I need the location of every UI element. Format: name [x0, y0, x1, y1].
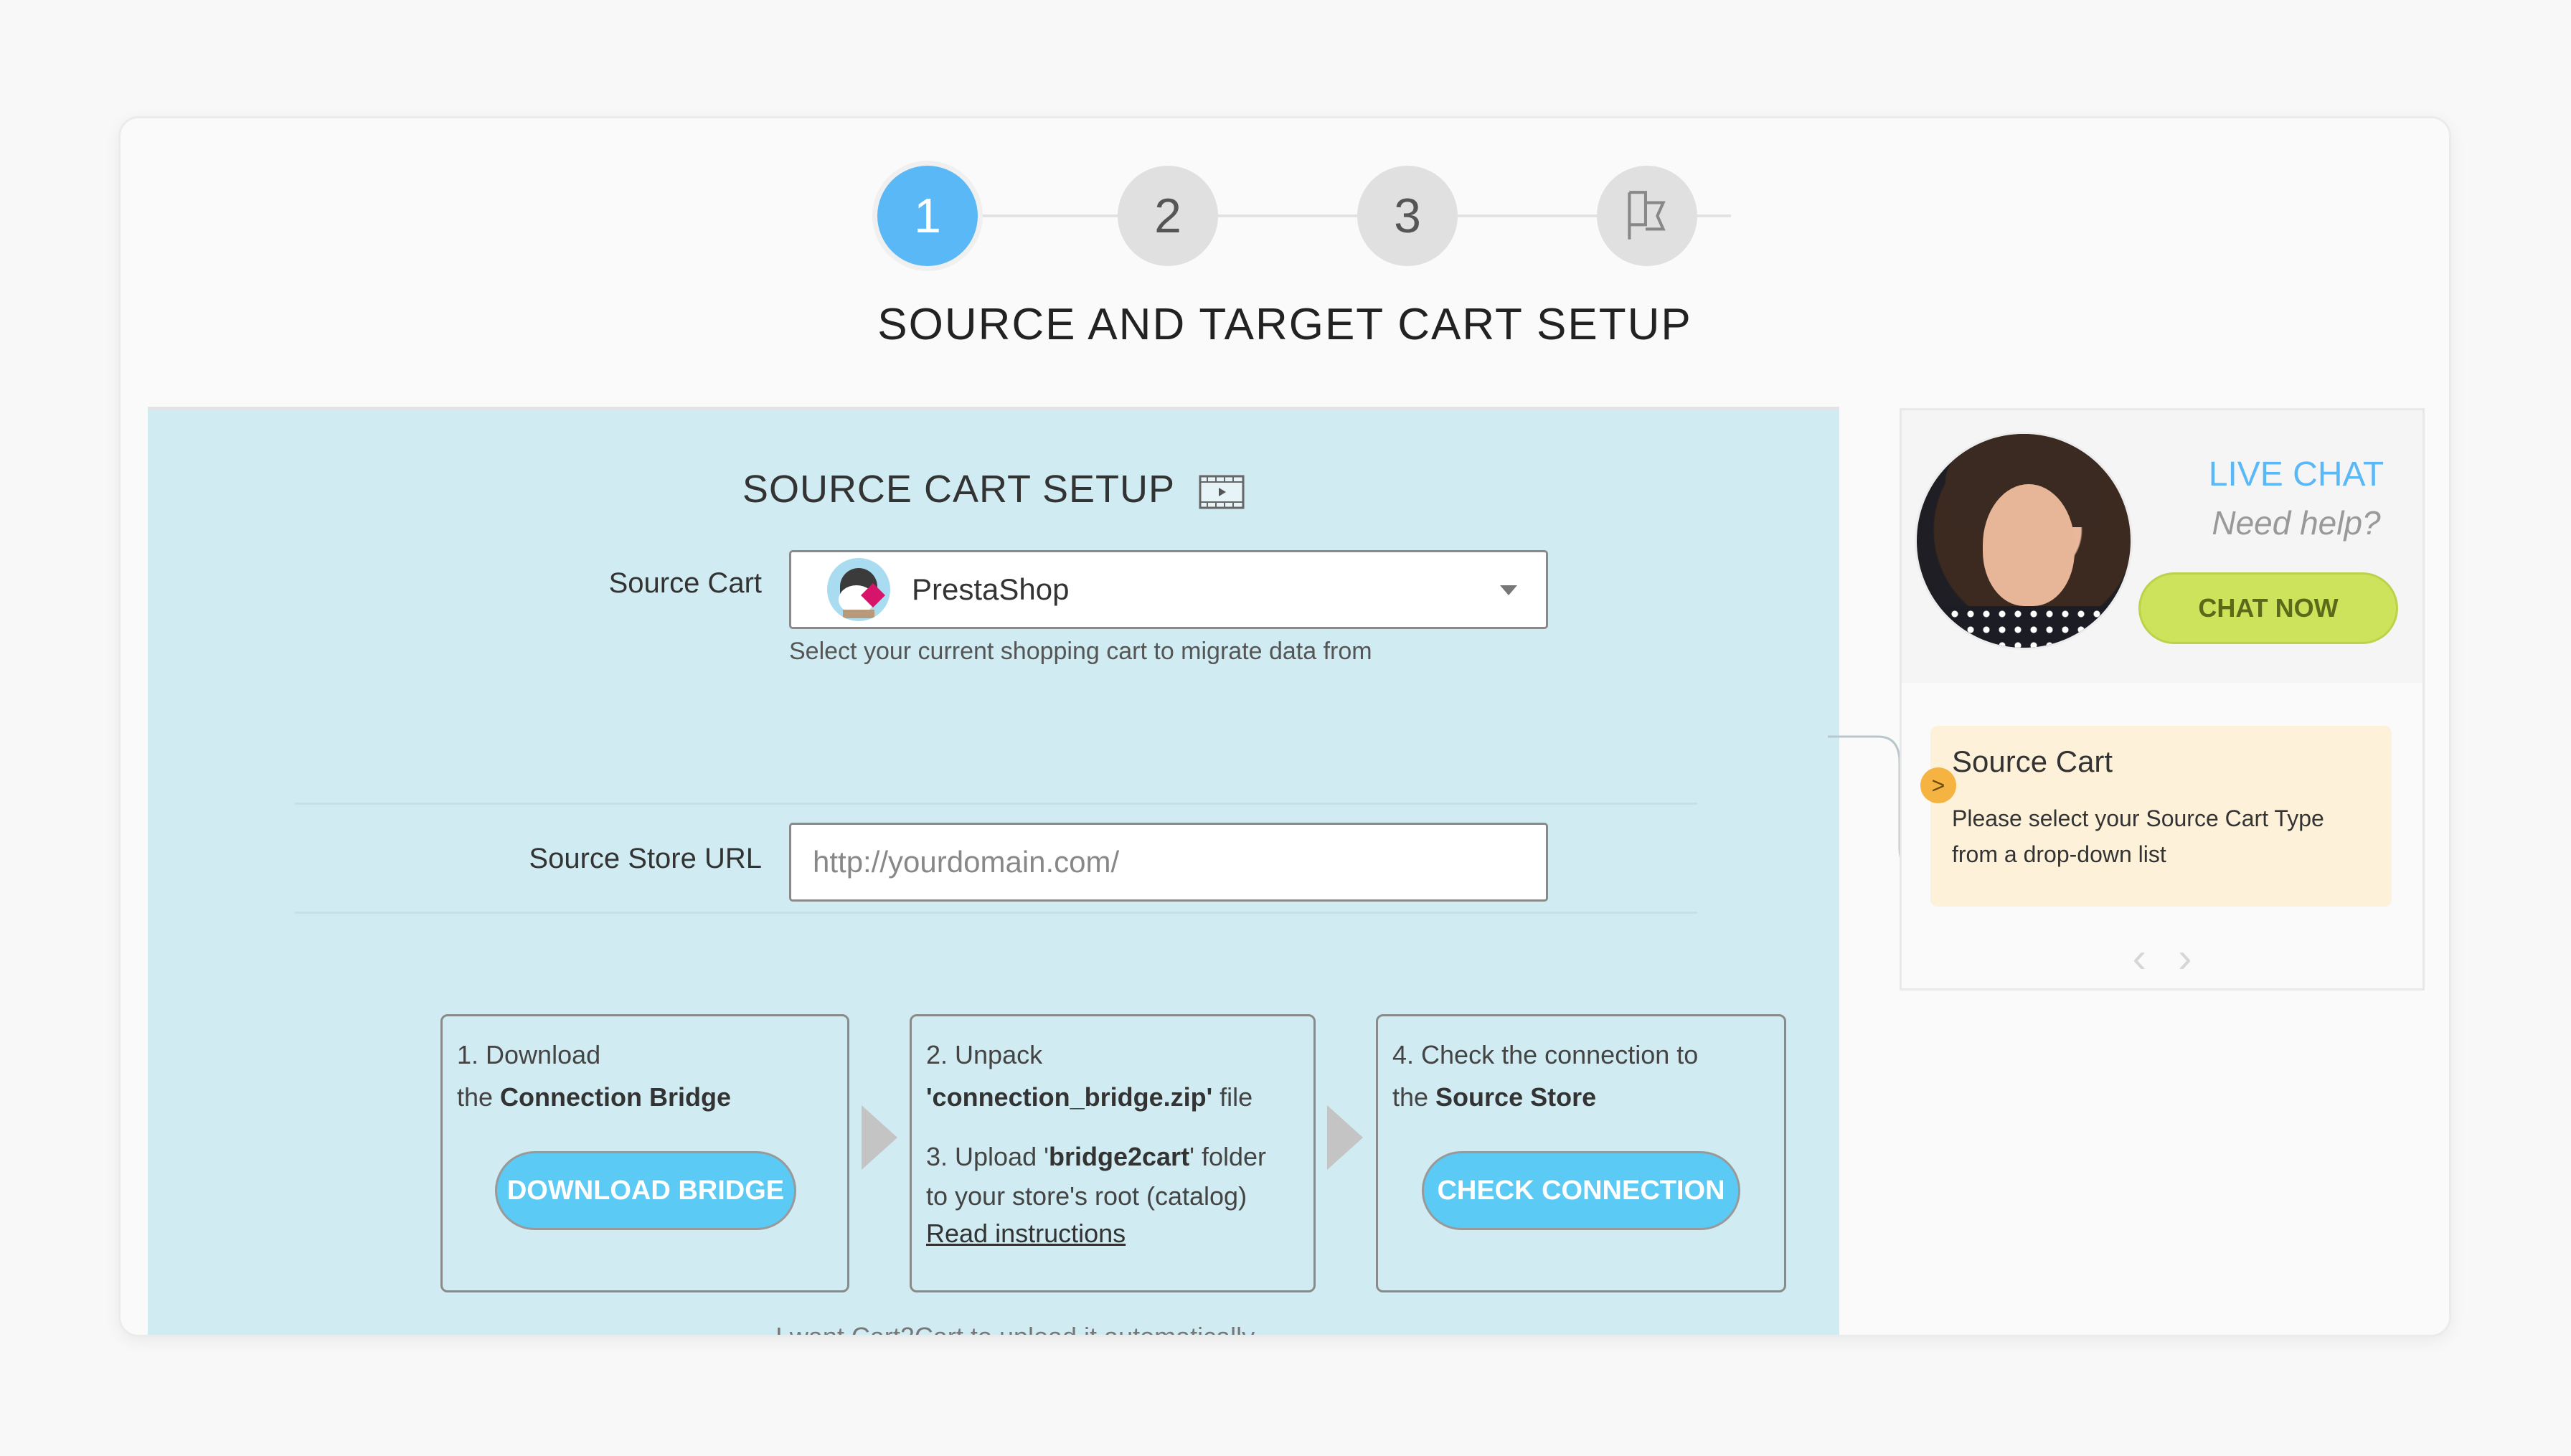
step-upload-box: 2. Unpack 'connection_bridge.zip' file 3… — [910, 1014, 1316, 1292]
step1-line2: the Connection Bridge — [457, 1076, 833, 1118]
step3-bold: bridge2cart — [1048, 1142, 1190, 1171]
step1-bold: Connection Bridge — [500, 1082, 732, 1112]
tip-prev-icon[interactable]: ‹ — [2133, 935, 2146, 981]
tip-card: > Source Cart Please select your Source … — [1920, 726, 2392, 907]
step1-pre: the — [457, 1082, 501, 1112]
step4-line1: 4. Check the connection to — [1392, 1040, 1699, 1069]
arrow-right-icon — [1327, 1105, 1363, 1170]
video-icon[interactable] — [1199, 474, 1245, 510]
chevron-right-icon: > — [1920, 767, 1956, 803]
tip-body: Please select your Source Cart Type from… — [1952, 805, 2324, 867]
step-3-label: 3 — [1394, 189, 1421, 243]
divider — [295, 803, 1697, 805]
source-cart-value: PrestaShop — [912, 572, 1070, 606]
source-cart-select[interactable]: PrestaShop — [789, 550, 1548, 629]
check-connection-button[interactable]: CHECK CONNECTION — [1422, 1151, 1740, 1230]
support-agent-avatar — [1915, 432, 2133, 650]
step2-line2: 'connection_bridge.zip' file — [926, 1076, 1299, 1118]
tip-navigation: ‹ › — [1902, 934, 2423, 982]
flag-icon — [1628, 191, 1666, 240]
panel-title: SOURCE CART SETUP — [148, 467, 1839, 511]
avatar-face — [1983, 484, 2075, 606]
step2-text: 2. Unpack — [926, 1040, 1043, 1069]
chat-now-button[interactable]: CHAT NOW — [2138, 572, 2398, 644]
step4-line2: the Source Store — [1392, 1076, 1770, 1118]
arrow-right-icon — [862, 1105, 897, 1170]
source-cart-panel: SOURCE CART SETUP Source Cart PrestaShop — [148, 407, 1839, 1335]
tip-next-icon[interactable]: › — [2178, 935, 2192, 981]
step4-pre: the — [1392, 1082, 1436, 1112]
step3-line2: to your store's root (catalog) — [926, 1181, 1247, 1211]
step-1-label: 1 — [914, 189, 941, 243]
avatar-shirt — [1931, 606, 2118, 648]
download-bridge-button[interactable]: DOWNLOAD BRIDGE — [495, 1151, 796, 1230]
step-3[interactable]: 3 — [1357, 166, 1458, 266]
auto-upload-link[interactable]: I want Cart2Cart to upload it automatica… — [148, 1322, 1839, 1335]
panel-title-text: SOURCE CART SETUP — [742, 468, 1175, 511]
need-help-text: Need help? — [2212, 504, 2381, 542]
live-chat-widget: LIVE CHAT Need help? CHAT NOW > Source C… — [1900, 408, 2425, 991]
page-title: SOURCE AND TARGET CART SETUP — [877, 300, 1692, 349]
step3-post: ' folder — [1189, 1142, 1266, 1171]
divider — [295, 912, 1697, 914]
step4-bold: Source Store — [1435, 1082, 1597, 1112]
step2-bold: 'connection_bridge.zip' — [926, 1082, 1213, 1112]
source-url-input[interactable] — [789, 823, 1548, 902]
step-2[interactable]: 2 — [1118, 166, 1218, 266]
step-finish[interactable] — [1597, 166, 1697, 266]
step1-text: 1. Download — [457, 1040, 601, 1069]
step2-suffix: file — [1212, 1082, 1253, 1112]
chat-header: LIVE CHAT Need help? CHAT NOW — [1902, 410, 2423, 683]
migration-wizard-card: 1 2 3 SOURCE AND TARGET CART SETUP SOURC… — [118, 116, 2451, 1337]
step-1[interactable]: 1 — [877, 166, 978, 266]
tip-title: Source Cart — [1952, 744, 2113, 778]
source-cart-label: Source Cart — [608, 567, 762, 599]
source-cart-hint: Select your current shopping cart to mig… — [789, 638, 1372, 665]
live-chat-title: LIVE CHAT — [2208, 455, 2384, 493]
step3-pre: 3. Upload ' — [926, 1142, 1049, 1171]
source-url-label: Source Store URL — [529, 843, 762, 874]
step3-line1: 3. Upload 'bridge2cart' folder — [926, 1135, 1299, 1178]
read-instructions-link[interactable]: Read instructions — [926, 1219, 1126, 1248]
chevron-down-icon — [1500, 585, 1517, 595]
step-2-label: 2 — [1154, 189, 1181, 243]
prestashop-logo-icon — [827, 558, 890, 621]
wizard-stepper: 1 2 3 — [121, 141, 2449, 266]
